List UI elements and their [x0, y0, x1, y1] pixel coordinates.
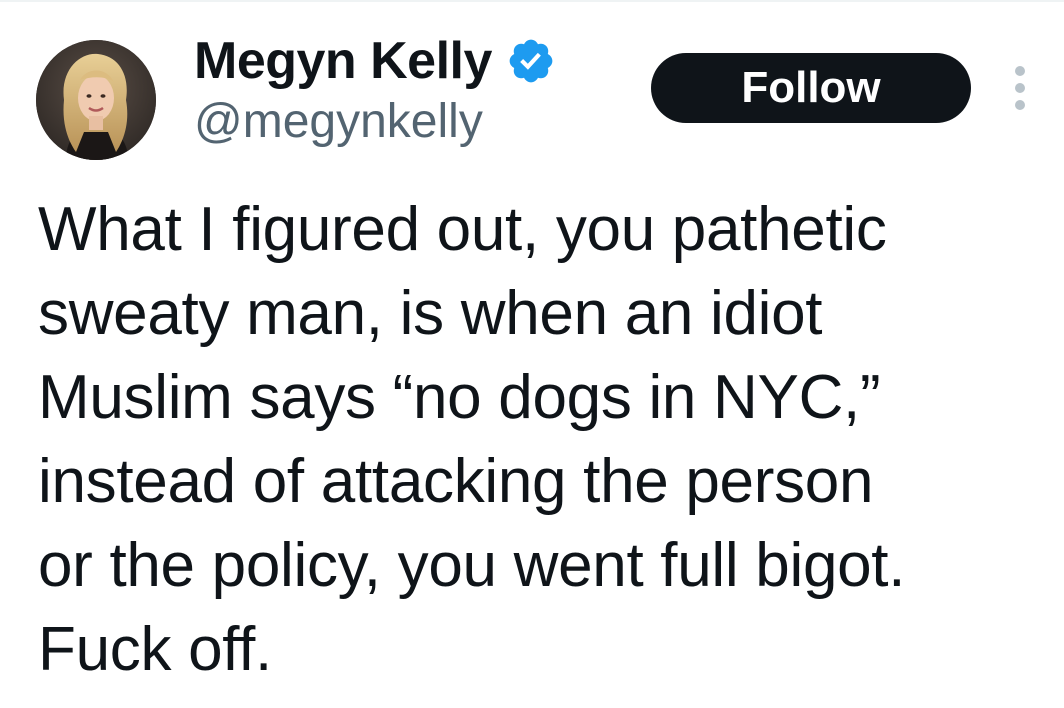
avatar[interactable] [36, 40, 156, 160]
user-handle[interactable]: @megynkelly [194, 94, 556, 149]
tweet-card: Megyn Kelly @megynkelly Follow What I fi… [0, 0, 1064, 708]
tweet-text: What I figured out, you pathetic sweaty … [38, 195, 906, 684]
author-identity: Megyn Kelly @megynkelly [194, 26, 556, 149]
more-dot [1015, 83, 1025, 93]
name-row: Megyn Kelly [194, 26, 556, 96]
verified-badge-icon[interactable] [506, 36, 556, 86]
more-dot [1015, 100, 1025, 110]
follow-button[interactable]: Follow [651, 53, 971, 123]
top-divider [0, 0, 1064, 2]
display-name[interactable]: Megyn Kelly [194, 31, 492, 91]
more-dot [1015, 66, 1025, 76]
more-options-icon[interactable] [1006, 66, 1034, 110]
avatar-photo [36, 40, 156, 160]
